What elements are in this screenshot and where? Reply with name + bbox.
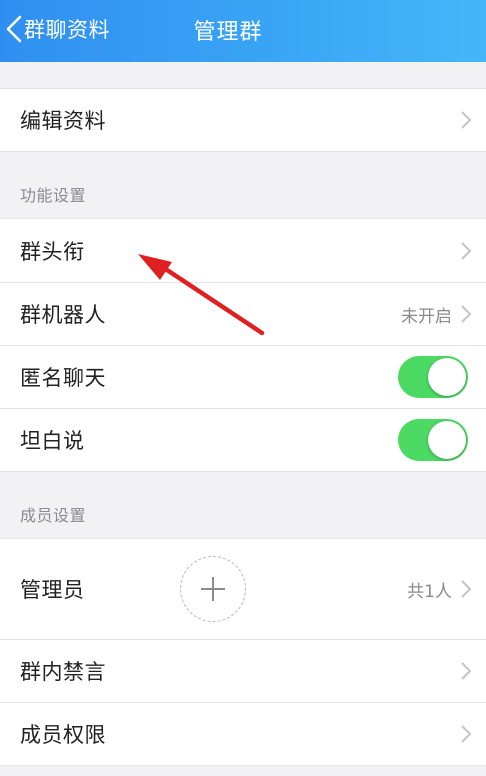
admins-label: 管理员: [20, 578, 85, 602]
anonymous-chat-toggle[interactable]: [398, 356, 468, 398]
admins-row[interactable]: 管理员 共1人: [0, 539, 486, 639]
chevron-right-icon: [460, 661, 472, 681]
page-title: 管理群: [193, 20, 263, 45]
group-bot-status: 未开启: [401, 306, 452, 327]
chevron-right-icon: [460, 110, 472, 130]
honest-say-toggle[interactable]: [398, 419, 468, 461]
group-bot-row[interactable]: 群机器人 未开启: [0, 283, 486, 345]
chevron-right-icon: [460, 579, 472, 599]
divider: [0, 471, 486, 472]
chevron-right-icon: [460, 241, 472, 261]
permissions-row[interactable]: 成员权限: [0, 703, 486, 765]
nav-bar: 群聊资料 管理群: [0, 0, 486, 62]
honest-say-label: 坦白说: [20, 429, 85, 453]
anonymous-chat-row: 匿名聊天: [0, 346, 486, 408]
divider: [0, 151, 486, 152]
mute-row[interactable]: 群内禁言: [0, 640, 486, 702]
section-title-members: 成员设置: [20, 506, 87, 525]
group-bot-label: 群机器人: [20, 303, 106, 327]
title-badge-label: 群头衔: [20, 239, 85, 264]
admins-count: 共1人: [407, 581, 452, 602]
add-admin-button[interactable]: [180, 556, 246, 622]
divider: [0, 765, 486, 766]
permissions-label: 成员权限: [20, 723, 106, 747]
mute-label: 群内禁言: [20, 660, 106, 684]
toggle-knob: [428, 421, 466, 459]
edit-info-row[interactable]: 编辑资料: [0, 89, 486, 151]
chevron-right-icon: [460, 304, 472, 324]
honest-say-row: 坦白说: [0, 409, 486, 471]
toggle-knob: [428, 358, 466, 396]
section-title-features: 功能设置: [20, 186, 87, 205]
plus-icon: [201, 577, 225, 601]
chevron-right-icon: [460, 724, 472, 744]
anonymous-chat-label: 匿名聊天: [20, 366, 106, 390]
title-badge-row[interactable]: 群头衔: [0, 219, 486, 282]
edit-info-label: 编辑资料: [20, 109, 106, 133]
